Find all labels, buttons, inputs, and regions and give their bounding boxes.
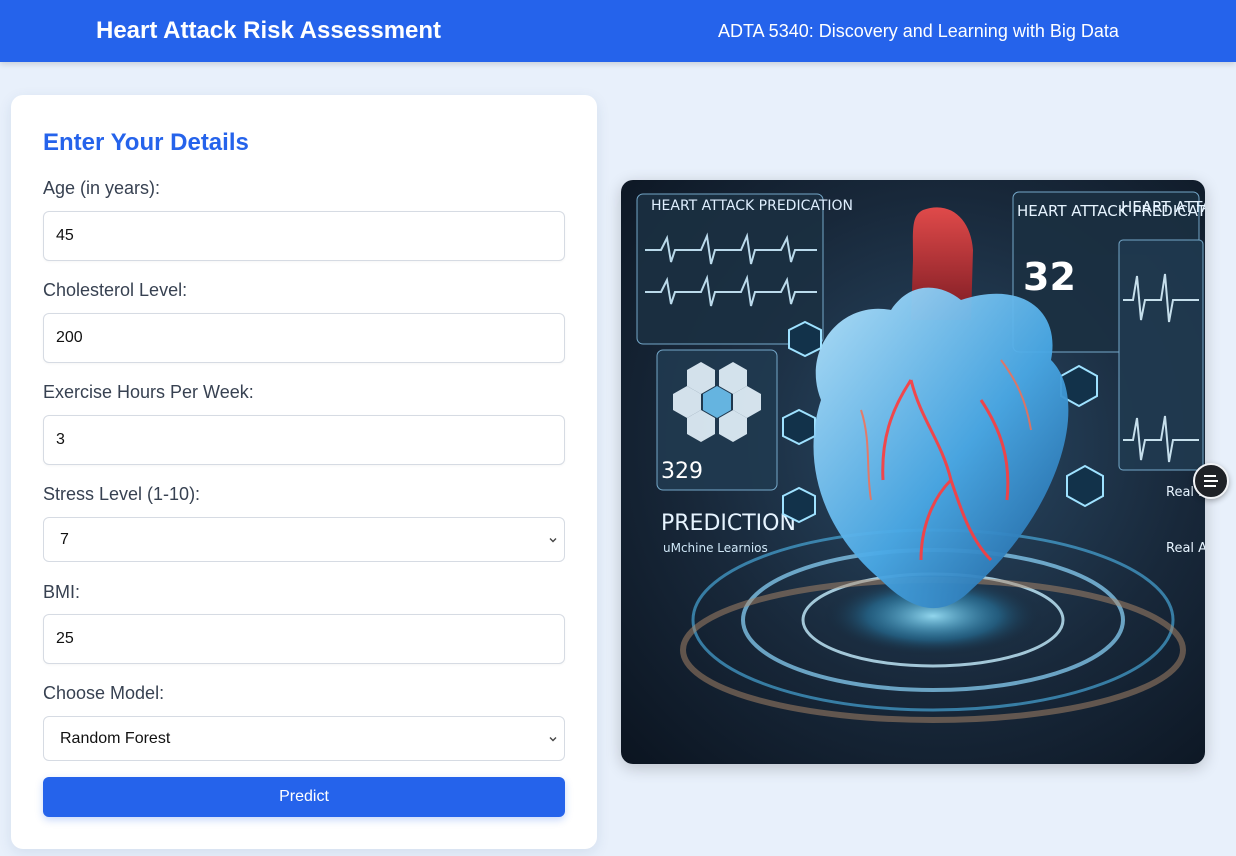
- age-label: Age (in years):: [43, 178, 161, 198]
- prediction-label: PREDICTION: [661, 511, 796, 536]
- exercise-input[interactable]: 3: [43, 415, 565, 465]
- details-form-card: Enter Your Details Age (in years): 45 Ch…: [11, 95, 597, 849]
- panel-title-3: HEART ATTA: [1121, 198, 1205, 216]
- ml-label: uMchine Learnios: [663, 541, 768, 555]
- heart-hologram-illustration: HEART ATTACK PREDICATION HEART ATTACK PR…: [636, 191, 1205, 723]
- top-header: Heart Attack Risk Assessment ADTA 5340: …: [0, 0, 1236, 62]
- stress-label: Stress Level (1-10):: [43, 484, 201, 504]
- form-heading: Enter Your Details: [43, 129, 249, 156]
- age-input[interactable]: 45: [43, 211, 565, 261]
- course-title: ADTA 5340: Discovery and Learning with B…: [718, 21, 1119, 41]
- bmi-input[interactable]: 25: [43, 614, 565, 664]
- app-title: Heart Attack Risk Assessment: [96, 17, 442, 44]
- model-select[interactable]: Random Forest: [43, 716, 565, 761]
- left-ecg-panel: [636, 193, 824, 345]
- heart-illustration: HEART ATTACK PREDICATION HEART ATTACK PR…: [621, 180, 1205, 764]
- stress-select[interactable]: 7: [43, 517, 565, 562]
- menu-lines-icon: [1204, 475, 1218, 487]
- cholesterol-label: Cholesterol Level:: [43, 280, 188, 300]
- cholesterol-input[interactable]: 200: [43, 313, 565, 363]
- stress-select-value: 7: [60, 531, 69, 548]
- number-small: 329: [661, 459, 703, 484]
- floating-menu-button[interactable]: [1193, 463, 1229, 499]
- number-big: 32: [1023, 255, 1076, 299]
- panel-title-1: HEART ATTACK PREDICATION: [651, 198, 853, 214]
- model-select-value: Random Forest: [60, 730, 171, 747]
- real-text-2: Real Analy: [1166, 541, 1205, 556]
- bmi-label: BMI:: [43, 582, 81, 602]
- chevron-down-icon: [549, 537, 557, 542]
- chevron-down-icon: [549, 736, 557, 741]
- model-label: Choose Model:: [43, 683, 165, 703]
- predict-button[interactable]: Predict: [43, 777, 565, 817]
- exercise-label: Exercise Hours Per Week:: [43, 382, 254, 402]
